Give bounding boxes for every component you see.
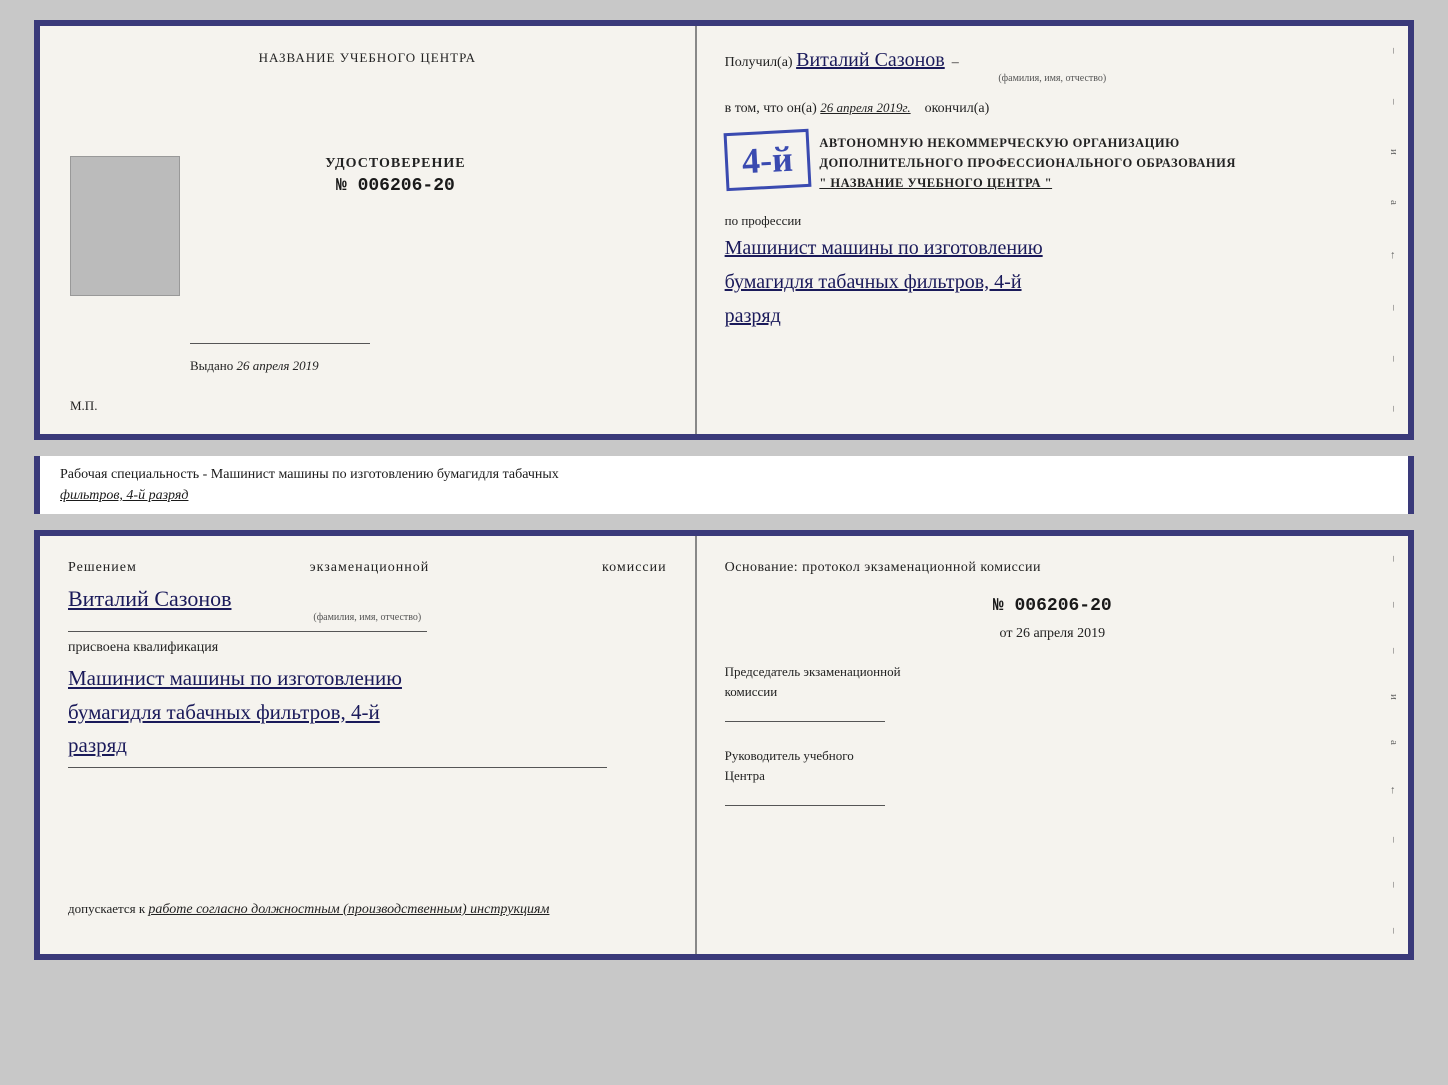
photo-placeholder	[70, 156, 180, 296]
vtom-text: в том, что он(а)	[725, 101, 817, 116]
kvalif-line3: разряд	[68, 729, 667, 763]
side-decor-top: – – и а ← – – –	[1386, 26, 1402, 434]
po-professii-label: по профессии	[725, 213, 1380, 229]
avt-line1: АВТОНОМНУЮ НЕКОММЕРЧЕСКУЮ ОРГАНИЗАЦИЮ	[819, 133, 1236, 153]
rukovoditel-line1: Руководитель учебного	[725, 746, 1380, 766]
bottom-doc-right: Основание: протокол экзаменационной коми…	[697, 536, 1408, 954]
kvalif-line2: бумагидля табачных фильтров, 4-й	[68, 696, 667, 730]
okonchil-text: окончил(а)	[925, 101, 990, 116]
date-inline: 26 апреля 2019г.	[820, 100, 910, 115]
bottom-doc-left: Решением экзаменационной комиссии Витали…	[40, 536, 697, 954]
top-doc-left: НАЗВАНИЕ УЧЕБНОГО ЦЕНТРА УДОСТОВЕРЕНИЕ №…	[40, 26, 697, 434]
fio-hint: (фамилия, имя, отчество)	[725, 72, 1380, 86]
mp-label: М.П.	[70, 398, 97, 414]
recipient-name: Виталий Сазонов	[796, 49, 945, 71]
rukovoditel-block: Руководитель учебного Центра	[725, 746, 1380, 806]
side-decor-bottom: – – – и а ← – – –	[1386, 536, 1402, 954]
poluchil-prefix: Получил(а)	[725, 55, 793, 70]
rukovoditel-line2: Центра	[725, 766, 1380, 786]
top-doc-right: Получил(а) Виталий Сазонов – (фамилия, и…	[697, 26, 1408, 434]
resheniem-title: Решением экзаменационной комиссии	[68, 560, 667, 576]
fio-hint-bottom: (фамилия, имя, отчество)	[68, 612, 667, 623]
ot-date: от 26 апреля 2019	[725, 626, 1380, 642]
person-name: Виталий Сазонов	[68, 586, 667, 612]
prof-line1: Машинист машины по изготовлению	[725, 233, 1380, 263]
stamp-block: 4-й	[723, 129, 811, 191]
predsedatel-block: Председатель экзаменационной комиссии	[725, 662, 1380, 722]
proto-number: № 006206-20	[725, 596, 1380, 616]
dopuskaetsya-italic: работе согласно должностным (производств…	[148, 902, 549, 917]
bottom-document: Решением экзаменационной комиссии Витали…	[34, 530, 1414, 960]
training-center-label: НАЗВАНИЕ УЧЕБНОГО ЦЕНТРА	[259, 50, 476, 66]
avt-block: АВТОНОМНУЮ НЕКОММЕРЧЕСКУЮ ОРГАНИЗАЦИЮ ДО…	[819, 133, 1236, 193]
prof-line2: бумагидля табачных фильтров, 4-й	[725, 267, 1380, 297]
udostoverenie-number: № 006206-20	[325, 176, 465, 196]
udostoverenie-block: УДОСТОВЕРЕНИЕ № 006206-20	[325, 156, 465, 196]
predsedatel-line1: Председатель экзаменационной	[725, 662, 1380, 682]
osnovanie-title: Основание: протокол экзаменационной коми…	[725, 560, 1380, 576]
signature-line-top	[190, 343, 370, 344]
separator-text: Рабочая специальность - Машинист машины …	[34, 456, 1414, 514]
vydano-label: Выдано	[190, 358, 233, 373]
vtom-line: в том, что он(а) 26 апреля 2019г. окончи…	[725, 100, 1380, 117]
prisvoena-text: присвоена квалификация	[68, 640, 667, 656]
vydano-line: Выдано 26 апреля 2019	[190, 358, 319, 374]
kvalif-line1: Машинист машины по изготовлению	[68, 662, 667, 696]
udostoverenie-title: УДОСТОВЕРЕНИЕ	[325, 156, 465, 172]
vydano-date: 26 апреля 2019	[237, 358, 319, 373]
avt-line2: ДОПОЛНИТЕЛЬНОГО ПРОФЕССИОНАЛЬНОГО ОБРАЗО…	[819, 153, 1236, 173]
received-line: Получил(а) Виталий Сазонов – (фамилия, и…	[725, 46, 1380, 86]
ot-date-value: 26 апреля 2019	[1016, 626, 1105, 641]
avt-line3: " НАЗВАНИЕ УЧЕБНОГО ЦЕНТРА "	[819, 173, 1236, 193]
top-document: НАЗВАНИЕ УЧЕБНОГО ЦЕНТРА УДОСТОВЕРЕНИЕ №…	[34, 20, 1414, 440]
dopuskaetsya-prefix: допускается к	[68, 901, 145, 916]
predsedatel-sign-line	[725, 721, 885, 722]
separator-underline: фильтров, 4-й разряд	[60, 488, 188, 503]
stamp-number: 4-й	[741, 141, 794, 180]
prof-line3: разряд	[725, 301, 1380, 331]
ot-label: от	[1000, 626, 1013, 641]
rukovoditel-sign-line	[725, 805, 885, 806]
separator-prefix: Рабочая специальность - Машинист машины …	[60, 467, 559, 482]
dopuskaetsya-line: допускается к работе согласно должностны…	[68, 901, 667, 918]
predsedatel-line2: комиссии	[725, 682, 1380, 702]
dash-top: –	[948, 55, 959, 70]
